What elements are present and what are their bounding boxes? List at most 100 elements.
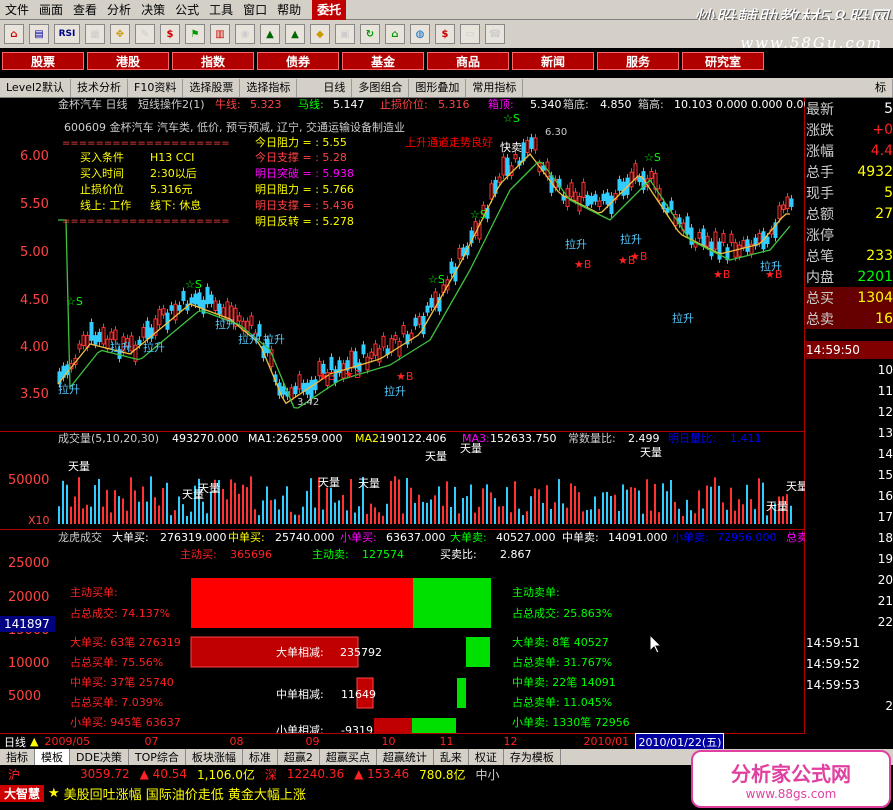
monitor-icon[interactable]: ▭ xyxy=(460,24,480,44)
volume-bar xyxy=(278,509,280,524)
lhb-left-line: 中单买: 37笔 25740 xyxy=(70,675,174,689)
stoploss-value: 5.316 xyxy=(438,98,470,111)
tab-sector[interactable]: 板块涨幅 xyxy=(186,749,243,765)
menu-file[interactable]: 文件 xyxy=(0,0,34,20)
home-icon[interactable]: ⌂ xyxy=(4,24,24,44)
candle-body xyxy=(717,241,722,260)
tab-template[interactable]: 模板 xyxy=(35,749,70,765)
nav-service[interactable]: 服务 xyxy=(597,52,679,70)
tab-multi-chart[interactable]: 多图组合 xyxy=(352,78,410,97)
candle-body xyxy=(197,292,202,308)
binoculars-icon[interactable]: ◉ xyxy=(235,24,255,44)
dollar2-icon[interactable]: $ xyxy=(435,24,455,44)
volume-bar xyxy=(434,495,436,524)
candle-body xyxy=(765,236,770,245)
tab-tech-analysis[interactable]: 技术分析 xyxy=(71,78,129,97)
triangle-up-icon[interactable]: ▲ xyxy=(30,735,38,748)
nav-stock[interactable]: 股票 xyxy=(2,52,84,70)
dollar-icon[interactable]: $ xyxy=(160,24,180,44)
menu-window[interactable]: 窗口 xyxy=(238,0,272,20)
volume-bar xyxy=(498,506,500,524)
menu-decision[interactable]: 决策 xyxy=(136,0,170,20)
timeline-date: 07 xyxy=(144,735,159,748)
tab-mark[interactable]: 标 xyxy=(869,78,893,97)
volume-bar xyxy=(290,511,292,524)
menu-analysis[interactable]: 分析 xyxy=(102,0,136,20)
flag-icon[interactable]: ⚑ xyxy=(185,24,205,44)
grid-icon[interactable]: ▦ xyxy=(85,24,105,44)
tab-daily[interactable]: 日线 xyxy=(317,78,353,97)
tab-dde[interactable]: DDE决策 xyxy=(70,749,129,765)
small-sell-label: 小单卖: xyxy=(672,531,709,544)
candle-body xyxy=(501,156,506,176)
tab-overlay[interactable]: 图形叠加 xyxy=(409,78,467,97)
phone-icon[interactable]: ☎ xyxy=(485,24,505,44)
candle-body xyxy=(669,200,674,211)
quote-value: 4932 xyxy=(857,163,893,180)
menu-help[interactable]: 帮助 xyxy=(272,0,306,20)
menu-tools[interactable]: 工具 xyxy=(204,0,238,20)
candle-body xyxy=(97,332,102,342)
tab-select-indicator[interactable]: 选择指标 xyxy=(240,78,298,97)
tab-top[interactable]: TOP综合 xyxy=(129,749,186,765)
tab-luanlai[interactable]: 乱来 xyxy=(434,749,469,765)
home2-icon[interactable]: ⌂ xyxy=(385,24,405,44)
menu-view[interactable]: 查看 xyxy=(68,0,102,20)
bars-icon[interactable]: ▥ xyxy=(210,24,230,44)
tab-stats[interactable]: 超赢统计 xyxy=(377,749,434,765)
save-template-button[interactable]: 存为模板 xyxy=(504,749,561,765)
nav-fund[interactable]: 基金 xyxy=(342,52,424,70)
dragon-tiger-panel[interactable]: 龙虎成交 大单买: 276319.000 中单买: 25740.000 小单买:… xyxy=(0,529,808,737)
quote-label: 最新 xyxy=(806,101,834,118)
menu-trade[interactable]: 委托 xyxy=(312,0,347,20)
volume-bar xyxy=(118,496,120,524)
tab-warrant[interactable]: 权证 xyxy=(469,749,504,765)
nav-commodity[interactable]: 商品 xyxy=(427,52,509,70)
pencil-icon[interactable]: ✎ xyxy=(135,24,155,44)
chart-icon[interactable]: ▤ xyxy=(29,24,49,44)
nav-research[interactable]: 研究室 xyxy=(682,52,764,70)
tianliang-marker: 天量 xyxy=(68,460,90,473)
rsi-icon[interactable]: RSI xyxy=(54,24,80,44)
menu-screen[interactable]: 画面 xyxy=(34,0,68,20)
volume-chart[interactable]: 成交量(5,10,20,30) 493270.000 MA1: 262559.0… xyxy=(0,431,808,529)
cursor-icon[interactable]: ✥ xyxy=(110,24,130,44)
tab-buypoint[interactable]: 超赢买点 xyxy=(320,749,377,765)
stack2-icon[interactable]: ▲ xyxy=(285,24,305,44)
candle-body xyxy=(161,308,166,316)
diamond-icon[interactable]: ◆ xyxy=(310,24,330,44)
menu-formula[interactable]: 公式 xyxy=(170,0,204,20)
nav-hk[interactable]: 港股 xyxy=(87,52,169,70)
tab-chaoying2[interactable]: 超赢2 xyxy=(278,749,320,765)
volume-bar xyxy=(386,503,388,524)
candle-body xyxy=(789,198,794,207)
quote-label: 涨停 xyxy=(806,227,834,244)
volume-bar xyxy=(558,479,560,524)
nav-news[interactable]: 新闻 xyxy=(512,52,594,70)
price-chart[interactable]: 金杯汽车 日线 短线操作2(1) 牛线: 5.323 马线: 5.147 止损价… xyxy=(0,97,818,431)
news-text[interactable]: 美股回吐涨幅 国际油价走低 黄金大幅上涨 xyxy=(64,784,306,803)
stack-icon[interactable]: ▲ xyxy=(260,24,280,44)
volume-bar xyxy=(66,484,68,524)
tab-f10[interactable]: F10资料 xyxy=(128,78,184,97)
volume-bar xyxy=(694,513,696,524)
note-icon[interactable]: ▣ xyxy=(335,24,355,44)
tab-common-indicators[interactable]: 常用指标 xyxy=(466,78,524,97)
volume-extra-label: 明日量比: xyxy=(668,432,716,445)
tab-indicator[interactable]: 指标 xyxy=(0,749,35,765)
globe-icon[interactable]: ◍ xyxy=(410,24,430,44)
volume-bar xyxy=(638,490,640,524)
tab-select-stock[interactable]: 选择股票 xyxy=(183,78,241,97)
rotate-icon[interactable]: ↻ xyxy=(360,24,380,44)
nav-index[interactable]: 指数 xyxy=(172,52,254,70)
volume-bar xyxy=(710,486,712,524)
volume-bar xyxy=(174,510,176,524)
tick-value: 17 xyxy=(877,509,893,524)
nav-bond[interactable]: 债券 xyxy=(257,52,339,70)
volume-bar xyxy=(714,477,716,524)
tab-level2[interactable]: Level2默认 xyxy=(0,78,72,97)
tab-standard[interactable]: 标准 xyxy=(243,749,278,765)
volume-bar xyxy=(282,495,284,524)
signal-lasheng: 拉升 xyxy=(58,382,80,396)
volume-bar xyxy=(234,482,236,524)
